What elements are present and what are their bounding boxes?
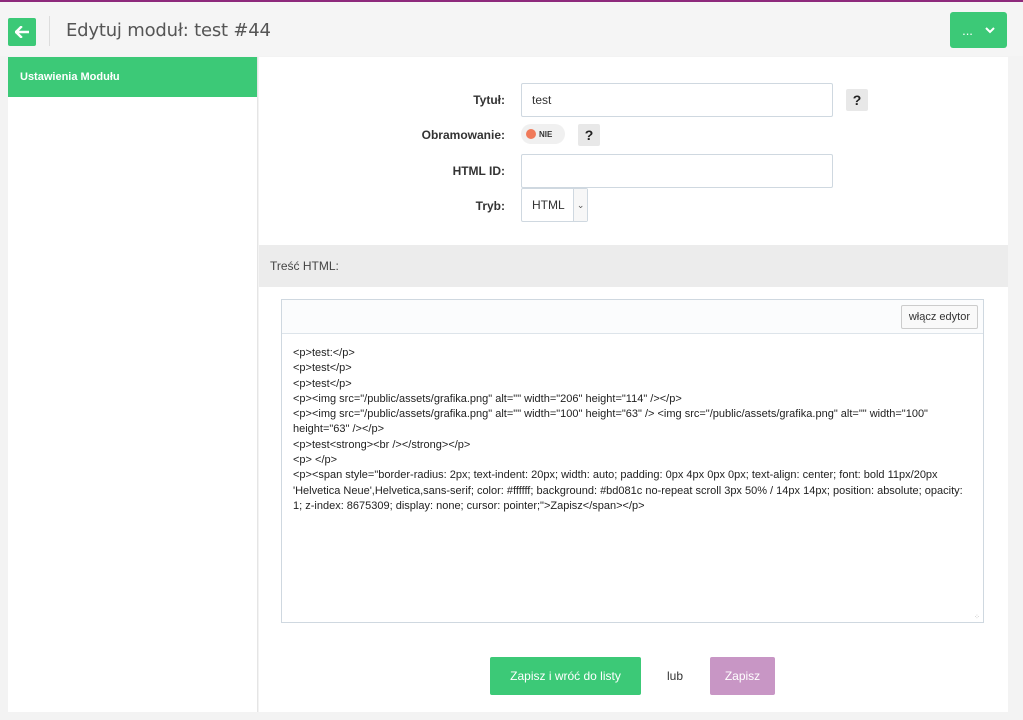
title-label: Tytuł: bbox=[473, 93, 505, 107]
code-line: <p>test</p> bbox=[293, 377, 352, 390]
mode-select-value: HTML bbox=[532, 198, 565, 212]
sidebar: Ustawienia Modułu bbox=[8, 57, 258, 712]
or-text: lub bbox=[667, 669, 684, 683]
html-content-section-header: Treść HTML: bbox=[259, 245, 1008, 287]
html-id-label: HTML ID: bbox=[452, 164, 505, 178]
mode-label: Tryb: bbox=[475, 199, 505, 213]
html-code-textarea[interactable]: <p>test:</p> <p>test</p> <p>test</p> <p>… bbox=[282, 334, 983, 622]
section-label: Treść HTML: bbox=[270, 259, 339, 273]
code-line: <p><img src="/public/assets/grafika.png"… bbox=[293, 392, 682, 405]
resize-grip-icon[interactable]: ⁘ bbox=[974, 613, 981, 621]
code-line: <p><img src="/public/assets/grafika.png"… bbox=[293, 408, 928, 436]
sidebar-item-label: Ustawienia Modułu bbox=[20, 71, 120, 83]
code-line: <p>test</p> bbox=[293, 362, 352, 375]
border-label: Obramowanie: bbox=[421, 128, 505, 142]
code-line: <p><span style="border-radius: 2px; text… bbox=[293, 469, 963, 512]
toggle-indicator bbox=[526, 129, 536, 139]
toggle-state: NIE bbox=[539, 129, 553, 139]
enable-editor-button[interactable]: włącz edytor bbox=[900, 305, 978, 329]
arrow-left-icon bbox=[15, 26, 29, 38]
header-divider bbox=[49, 16, 50, 46]
editor-toolbar: włącz edytor bbox=[282, 300, 983, 334]
border-toggle[interactable]: NIE bbox=[521, 124, 565, 144]
title-input[interactable] bbox=[521, 83, 833, 117]
chevron-down-icon bbox=[985, 26, 995, 33]
chevron-down-icon: ⌄ bbox=[573, 189, 587, 221]
code-line: <p> </p> bbox=[293, 454, 338, 467]
more-actions-label: ... bbox=[962, 22, 973, 38]
back-button[interactable] bbox=[8, 18, 36, 46]
title-help-button[interactable]: ? bbox=[846, 89, 868, 111]
border-help-button[interactable]: ? bbox=[578, 124, 600, 146]
save-and-return-button[interactable]: Zapisz i wróć do listy bbox=[490, 657, 641, 695]
html-id-input[interactable] bbox=[521, 154, 833, 188]
code-line: <p>test<strong><br /></strong></p> bbox=[293, 438, 471, 451]
page-header: Edytuj moduł: test #44 ... bbox=[0, 2, 1023, 56]
more-actions-button[interactable]: ... bbox=[950, 12, 1007, 48]
html-editor[interactable]: włącz edytor <p>test:</p> <p>test</p> <p… bbox=[281, 299, 984, 623]
code-line: <p>test:</p> bbox=[293, 347, 355, 359]
save-button[interactable]: Zapisz bbox=[710, 657, 775, 695]
page-title: Edytuj moduł: test #44 bbox=[66, 20, 271, 41]
sidebar-item-module-settings[interactable]: Ustawienia Modułu bbox=[8, 57, 257, 97]
mode-select[interactable]: HTML ⌄ bbox=[521, 188, 588, 222]
